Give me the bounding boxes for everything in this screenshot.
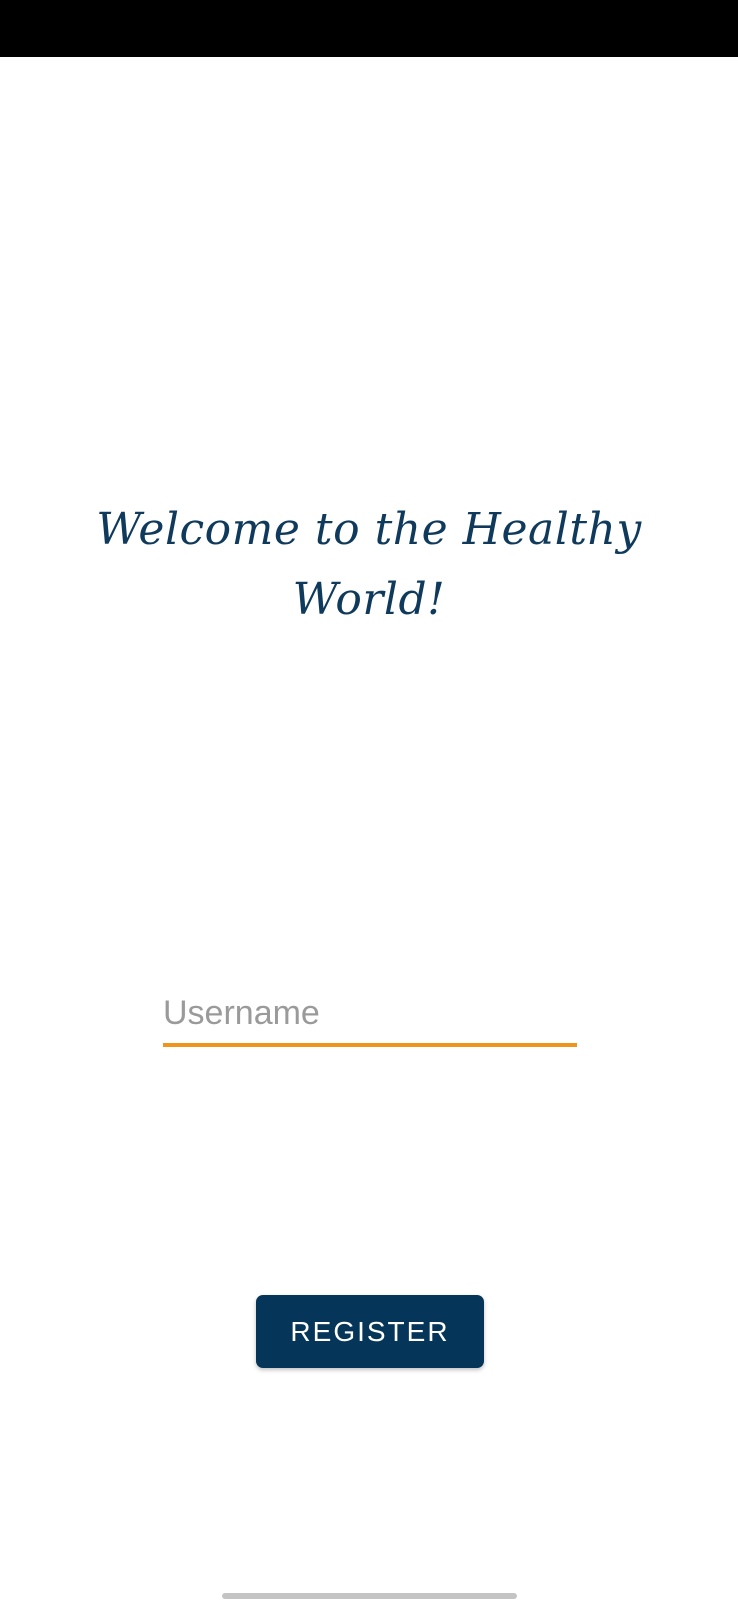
home-indicator[interactable] (222, 1593, 517, 1599)
app-screen: Welcome to the Healthy World! REGISTER (0, 0, 738, 1600)
welcome-title: Welcome to the Healthy World! (96, 504, 642, 625)
register-button[interactable]: REGISTER (256, 1295, 484, 1368)
status-bar (0, 0, 738, 57)
username-underline (163, 1043, 577, 1047)
username-field[interactable] (163, 988, 577, 1048)
username-input[interactable] (163, 988, 577, 1044)
